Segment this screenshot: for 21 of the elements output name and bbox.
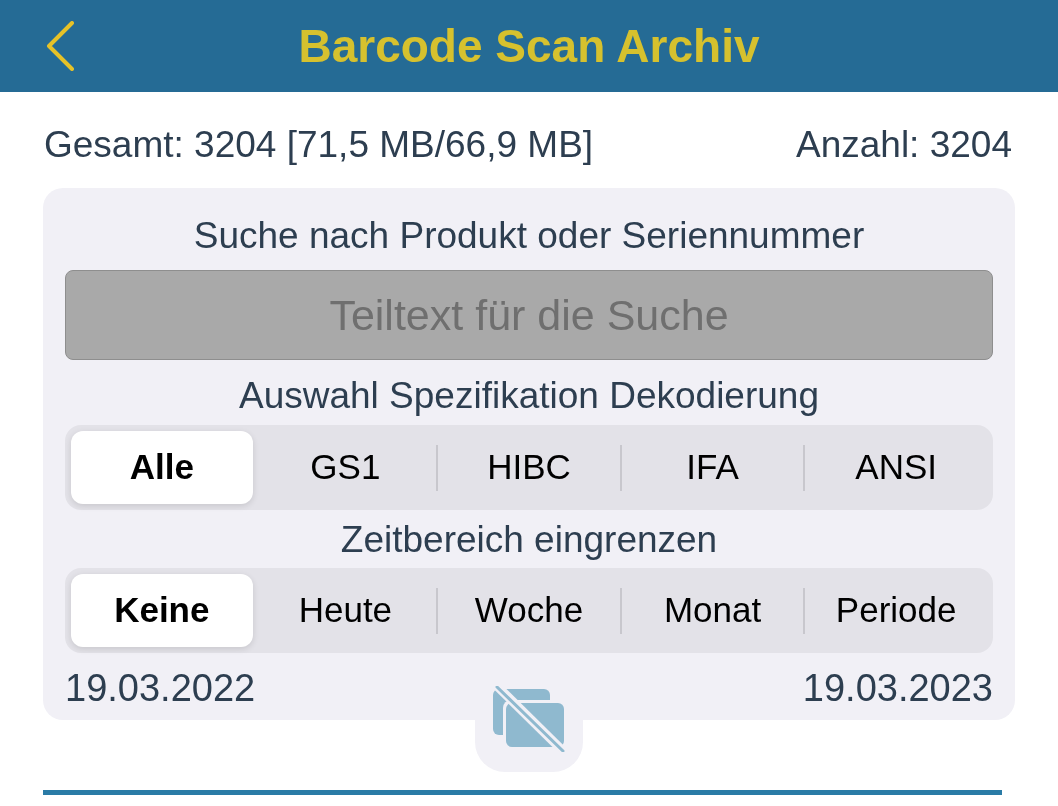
start-date-text: 19.03.2022 [65, 667, 256, 709]
segment-tab[interactable]: IFA [621, 431, 804, 504]
end-date-text: 19.03.2023 [802, 667, 993, 709]
count-text: Anzahl: 3204 [796, 124, 1013, 166]
segment-tab[interactable]: Heute [254, 574, 437, 647]
segment-tab[interactable]: Woche [438, 574, 620, 647]
segment-tab[interactable]: HIBC [438, 431, 620, 504]
search-field[interactable]: Teiltext für die Suche [65, 270, 993, 360]
segment-tab[interactable]: Periode [805, 574, 987, 647]
segment-tab[interactable]: Monat [621, 574, 804, 647]
segment-tab[interactable]: Keine [71, 574, 253, 647]
cards-slash-icon [493, 686, 565, 752]
segment-tab[interactable]: GS1 [254, 431, 437, 504]
search-label: Suche nach Produkt oder Seriennummer [192, 216, 866, 256]
segment-tab[interactable]: Alle [71, 431, 253, 504]
screen-title: Barcode Scan Archiv [298, 19, 760, 73]
segment-tab[interactable]: ANSI [805, 431, 987, 504]
spec-filter-label: Auswahl Spezifikation Dekodierung [238, 376, 820, 416]
total-summary-text: Gesamt: 3204 [71,5 MB/66,9 MB] [44, 124, 594, 166]
time-filter-label: Zeitbereich eingrenzen [339, 520, 719, 560]
chevron-left-icon [45, 21, 75, 71]
